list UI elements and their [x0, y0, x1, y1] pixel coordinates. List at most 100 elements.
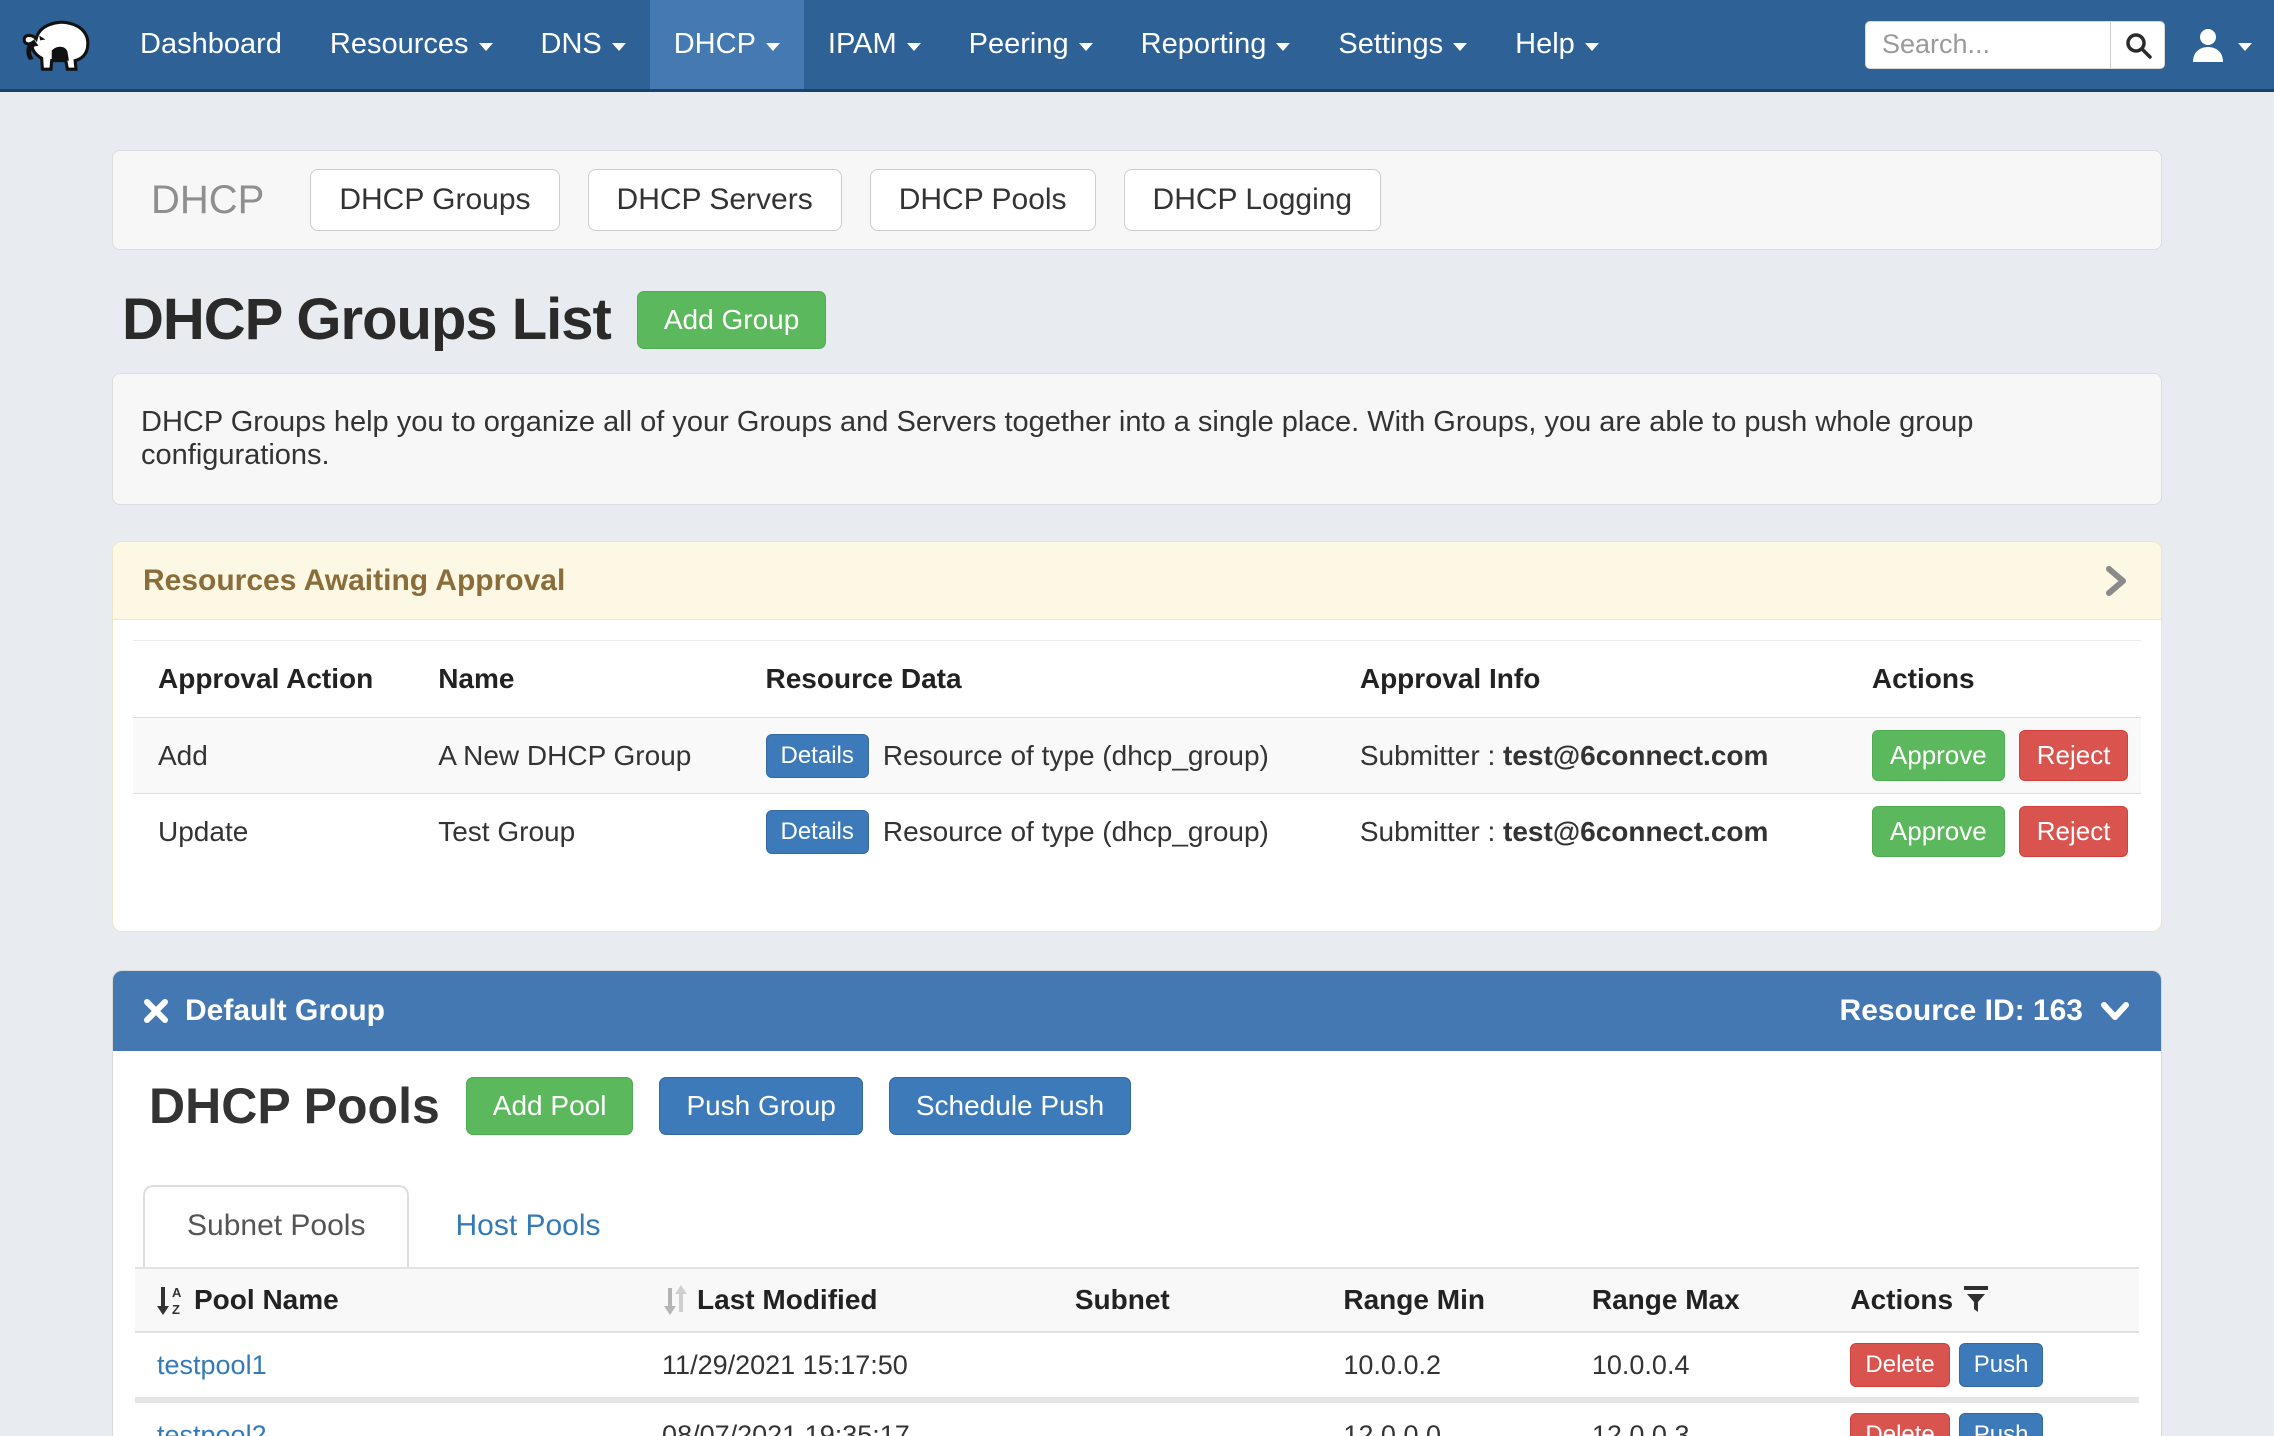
- svg-text:Z: Z: [172, 1302, 180, 1316]
- description-panel: DHCP Groups help you to organize all of …: [112, 373, 2162, 505]
- tab-subnet-pools[interactable]: Subnet Pools: [143, 1185, 409, 1267]
- resource-id-toggle[interactable]: Resource ID: 163: [1840, 994, 2131, 1028]
- col-range-max: Range Max: [1592, 1268, 1851, 1332]
- filter-icon[interactable]: [1962, 1285, 1990, 1315]
- caret-down-icon: [1453, 43, 1467, 51]
- col-last-modified[interactable]: Last Modified: [662, 1268, 1075, 1332]
- col-approval-info: Approval Info: [1360, 641, 1872, 718]
- nav-item-dashboard[interactable]: Dashboard: [116, 0, 306, 89]
- search-button[interactable]: [2110, 22, 2164, 68]
- dhcp-pools-button[interactable]: DHCP Pools: [870, 169, 1096, 231]
- page-content: DHCP DHCP Groups DHCP Servers DHCP Pools…: [0, 92, 2274, 1436]
- search-input[interactable]: [1866, 22, 2110, 68]
- nav-item-peering[interactable]: Peering: [945, 0, 1117, 89]
- nav-item-resources[interactable]: Resources: [306, 0, 517, 89]
- pools-title: DHCP Pools: [149, 1077, 440, 1135]
- approval-actions-cell: Approve Reject: [1872, 718, 2141, 794]
- nav-item-ipam[interactable]: IPAM: [804, 0, 945, 89]
- tab-host-pools[interactable]: Host Pools: [409, 1185, 646, 1267]
- delete-button[interactable]: Delete: [1850, 1343, 1949, 1387]
- col-name: Name: [438, 641, 765, 718]
- caret-down-icon: [612, 43, 626, 51]
- approve-button[interactable]: Approve: [1872, 806, 2005, 857]
- pool-actions-cell: Delete Push: [1850, 1400, 2139, 1436]
- col-pool-name[interactable]: A Z Pool Name: [135, 1268, 662, 1332]
- pool-name-link[interactable]: testpool1: [157, 1350, 267, 1380]
- approval-info-cell: Submitter : test@6connect.com: [1360, 794, 1872, 870]
- details-button[interactable]: Details: [766, 734, 869, 778]
- caret-down-icon: [1079, 43, 1093, 51]
- resource-type-text: Resource of type (dhcp_group): [883, 816, 1269, 848]
- approval-actions-cell: Approve Reject: [1872, 794, 2141, 870]
- push-group-button[interactable]: Push Group: [659, 1077, 862, 1135]
- push-button[interactable]: Push: [1959, 1343, 2044, 1387]
- delete-button[interactable]: Delete: [1850, 1413, 1949, 1436]
- approval-panel-title: Resources Awaiting Approval: [143, 564, 565, 598]
- caret-down-icon: [907, 43, 921, 51]
- dhcp-logging-button[interactable]: DHCP Logging: [1124, 169, 1382, 231]
- sort-updown-icon: [662, 1284, 688, 1316]
- nav-item-dns[interactable]: DNS: [517, 0, 650, 89]
- nav-item-dhcp[interactable]: DHCP: [650, 0, 804, 89]
- push-button[interactable]: Push: [1959, 1413, 2044, 1436]
- dhcp-groups-button[interactable]: DHCP Groups: [310, 169, 559, 231]
- schedule-push-button[interactable]: Schedule Push: [889, 1077, 1131, 1135]
- approval-table-row: Update Test Group Details Resource of ty…: [133, 794, 2141, 870]
- resource-type-text: Resource of type (dhcp_group): [883, 740, 1269, 772]
- description-text: DHCP Groups help you to organize all of …: [141, 406, 1973, 471]
- pool-tabs: Subnet Pools Host Pools: [135, 1185, 2139, 1267]
- reject-button[interactable]: Reject: [2019, 806, 2129, 857]
- range-max-cell: 10.0.0.4: [1592, 1332, 1851, 1400]
- pools-table-row: testpool2 08/07/2021 19:35:17 12.0.0.0 1…: [135, 1400, 2139, 1436]
- top-navbar: Dashboard Resources DNS DHCP IPAM Peerin…: [0, 0, 2274, 92]
- reject-button[interactable]: Reject: [2019, 730, 2129, 781]
- range-max-cell: 12.0.0.3: [1592, 1400, 1851, 1436]
- pool-name-link[interactable]: testpool2: [157, 1420, 267, 1436]
- sort-alpha-icon: A Z: [155, 1284, 185, 1316]
- svg-text:A: A: [172, 1285, 182, 1300]
- brand-logo[interactable]: [0, 0, 116, 89]
- col-actions: Actions: [1872, 641, 2141, 718]
- chevron-down-icon: [2099, 998, 2131, 1024]
- mammoth-icon: [19, 13, 97, 77]
- search-icon: [2123, 30, 2153, 60]
- add-group-button[interactable]: Add Group: [637, 291, 826, 349]
- navbar-right: [1865, 0, 2274, 89]
- details-button[interactable]: Details: [766, 810, 869, 854]
- approval-table-header: Approval Action Name Resource Data Appro…: [133, 641, 2141, 718]
- nav-item-settings[interactable]: Settings: [1314, 0, 1491, 89]
- caret-down-icon: [766, 43, 780, 51]
- page-title: DHCP Groups List: [122, 286, 611, 353]
- user-menu[interactable]: [2189, 26, 2252, 64]
- approval-panel-body: Approval Action Name Resource Data Appro…: [113, 620, 2161, 931]
- page-heading-row: DHCP Groups List Add Group: [112, 286, 2162, 353]
- pools-table-header: A Z Pool Name: [135, 1268, 2139, 1332]
- pools-heading-row: DHCP Pools Add Pool Push Group Schedule …: [135, 1077, 2139, 1135]
- nav-item-reporting[interactable]: Reporting: [1117, 0, 1315, 89]
- group-panel-body: DHCP Pools Add Pool Push Group Schedule …: [113, 1051, 2161, 1436]
- col-subnet: Subnet: [1075, 1268, 1344, 1332]
- last-modified-cell: 08/07/2021 19:35:17: [662, 1400, 1075, 1436]
- approval-resource-cell: Details Resource of type (dhcp_group): [766, 718, 1360, 794]
- col-approval-action: Approval Action: [133, 641, 438, 718]
- approval-action-cell: Update: [133, 794, 438, 870]
- dhcp-section-nav: DHCP DHCP Groups DHCP Servers DHCP Pools…: [112, 150, 2162, 250]
- approval-panel-heading: Resources Awaiting Approval: [113, 542, 2161, 620]
- approve-button[interactable]: Approve: [1872, 730, 2005, 781]
- nav-item-help[interactable]: Help: [1491, 0, 1623, 89]
- pools-table-row: testpool1 11/29/2021 15:17:50 10.0.0.2 1…: [135, 1332, 2139, 1400]
- close-icon[interactable]: [143, 998, 169, 1024]
- range-min-cell: 12.0.0.0: [1343, 1400, 1591, 1436]
- submitter-email: test@6connect.com: [1503, 740, 1768, 771]
- caret-down-icon: [1585, 43, 1599, 51]
- range-min-cell: 10.0.0.2: [1343, 1332, 1591, 1400]
- main-menu: Dashboard Resources DNS DHCP IPAM Peerin…: [116, 0, 1623, 89]
- approval-action-cell: Add: [133, 718, 438, 794]
- search-box: [1865, 21, 2165, 69]
- pools-table: A Z Pool Name: [135, 1267, 2139, 1436]
- section-title: DHCP: [151, 178, 264, 223]
- caret-down-icon: [479, 43, 493, 51]
- dhcp-servers-button[interactable]: DHCP Servers: [588, 169, 842, 231]
- chevron-right-icon[interactable]: [2101, 563, 2131, 599]
- add-pool-button[interactable]: Add Pool: [466, 1077, 634, 1135]
